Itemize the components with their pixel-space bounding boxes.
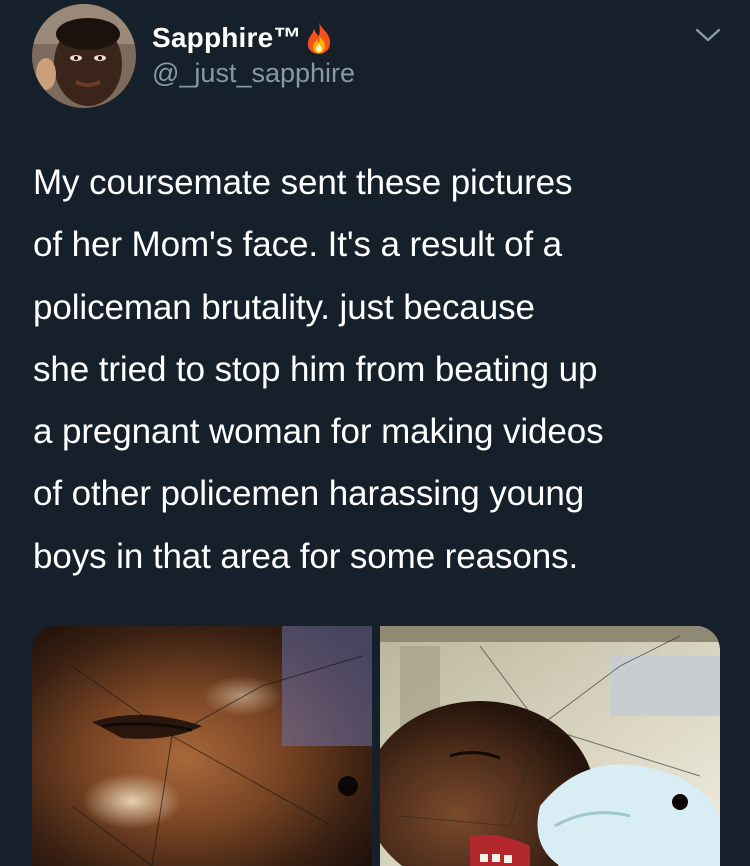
- fire-icon: [304, 21, 334, 55]
- handle[interactable]: @_just_sapphire: [152, 58, 355, 89]
- media-grid: [32, 626, 720, 866]
- display-name[interactable]: Sapphire™: [152, 22, 302, 54]
- avatar-photo: [32, 4, 136, 108]
- avatar[interactable]: [32, 4, 136, 108]
- chevron-down-icon[interactable]: [694, 24, 722, 46]
- tweet-photo-2[interactable]: [380, 626, 720, 866]
- tweet-photo-1[interactable]: [32, 626, 372, 866]
- tweet-text: My coursemate sent these pictures of her…: [33, 163, 604, 576]
- tweet: Sapphire™ @_just_sapphire My coursemate …: [0, 0, 750, 866]
- name-row: Sapphire™: [152, 18, 334, 58]
